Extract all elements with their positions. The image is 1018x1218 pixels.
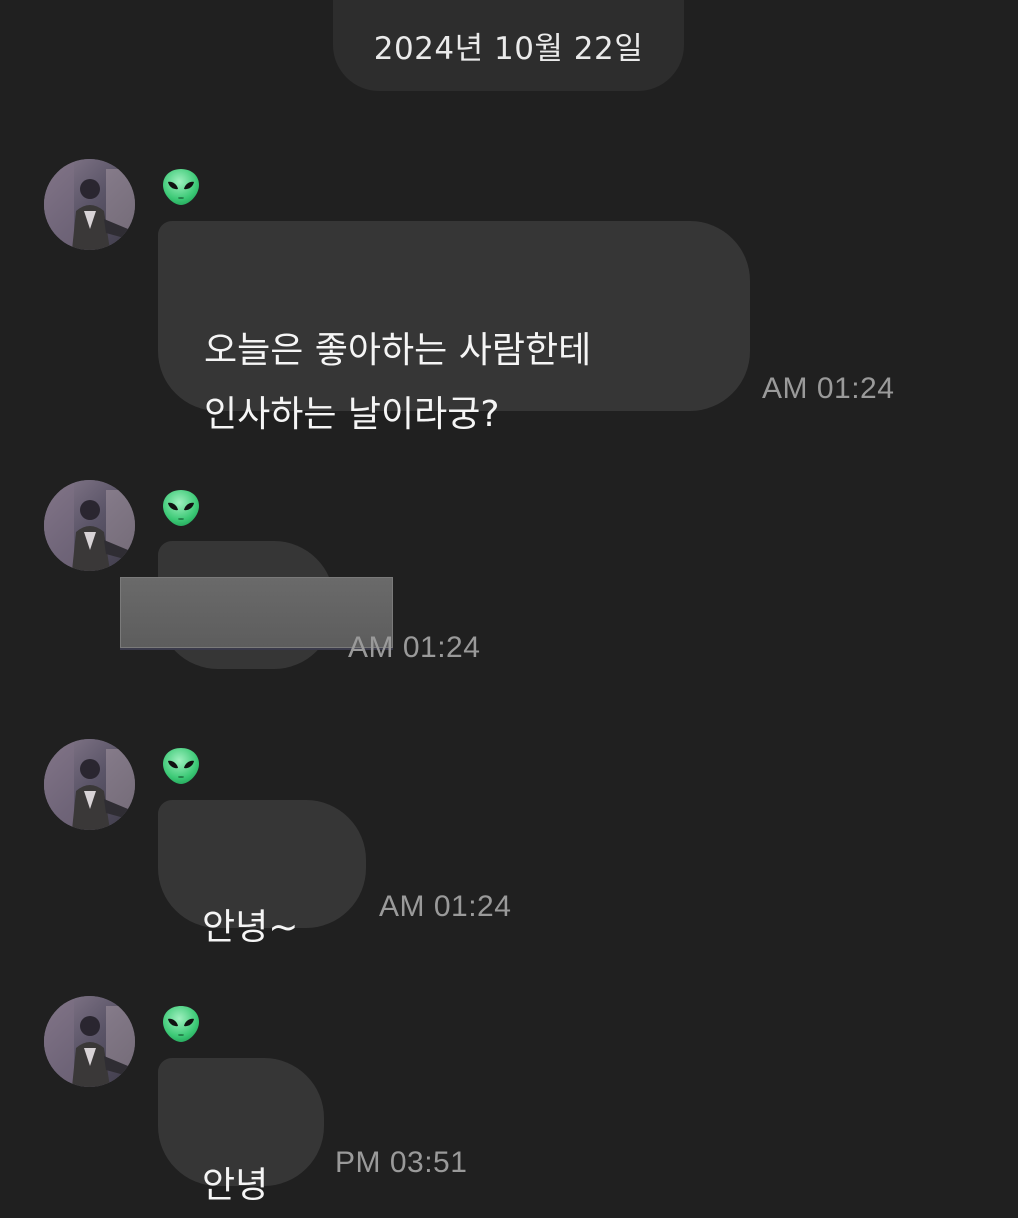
alien-icon <box>161 167 201 207</box>
message-bubble[interactable]: 오늘은 좋아하는 사람한테 인사하는 날이라궁? <box>158 221 750 435</box>
date-divider: 2024년 10월 22일 <box>333 0 684 91</box>
avatar[interactable] <box>44 996 135 1087</box>
alien-icon <box>161 746 201 786</box>
message-time: AM 01:24 <box>379 890 512 923</box>
avatar[interactable] <box>44 159 135 250</box>
avatar[interactable] <box>44 480 135 571</box>
alien-icon <box>161 1004 201 1044</box>
date-label: 2024년 10월 22일 <box>373 31 644 67</box>
message-time: AM 01:24 <box>762 372 895 405</box>
message-time: PM 03:51 <box>335 1146 468 1179</box>
message-text: 오늘은 좋아하는 사람한테 인사하는 날이라궁? <box>204 330 592 435</box>
message-bubble[interactable]: 안녕~ <box>158 800 366 948</box>
message-text: 안녕~ <box>202 907 299 948</box>
message-time: AM 01:24 <box>348 631 481 664</box>
alien-icon <box>161 488 201 528</box>
avatar[interactable] <box>44 739 135 830</box>
message-bubble[interactable]: 안녕 <box>158 1058 324 1206</box>
